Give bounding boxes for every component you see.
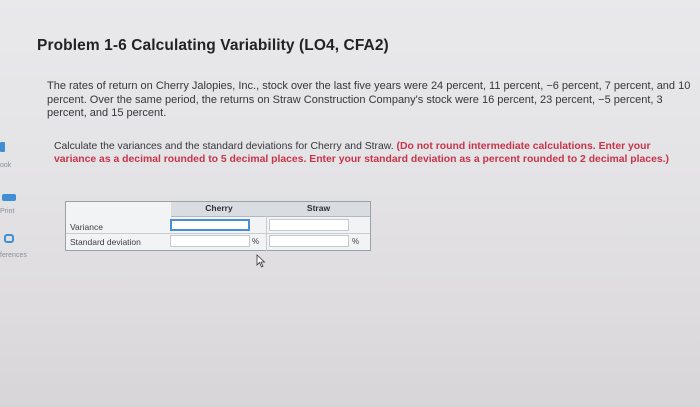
print-icon [2,194,16,201]
row-divider [66,233,370,234]
problem-instruction: Calculate the variances and the standard… [54,140,684,166]
column-header-cherry: Cherry [205,203,233,213]
problem-statement: The rates of return on Cherry Jalopies, … [47,80,691,119]
row-label-variance: Variance [70,222,103,232]
left-sidebar: ook Print ferences [0,0,40,407]
column-divider [266,216,267,251]
percent-unit-cherry: % [252,237,260,246]
sidebar-item-label: ferences [0,252,27,259]
sidebar-item-label: ook [0,162,12,169]
mouse-cursor-icon [256,254,266,268]
references-icon [4,234,14,243]
problem-title: Problem 1-6 Calculating Variability (LO4… [37,37,389,54]
straw-variance-input[interactable] [269,219,349,231]
row-label-standard-deviation: Standard deviation [70,237,141,247]
answer-table: Cherry Straw Variance Standard deviation… [65,201,371,251]
table-header: Cherry Straw [171,202,370,217]
sidebar-item-label: Print [0,208,15,215]
cherry-std-dev-input[interactable] [170,235,250,247]
percent-unit-straw: % [352,237,360,246]
column-header-straw: Straw [306,203,331,213]
straw-std-dev-input[interactable] [269,235,349,247]
instruction-text: Calculate the variances and the standard… [54,141,394,152]
book-icon [0,142,5,152]
cherry-variance-input[interactable] [170,219,250,231]
